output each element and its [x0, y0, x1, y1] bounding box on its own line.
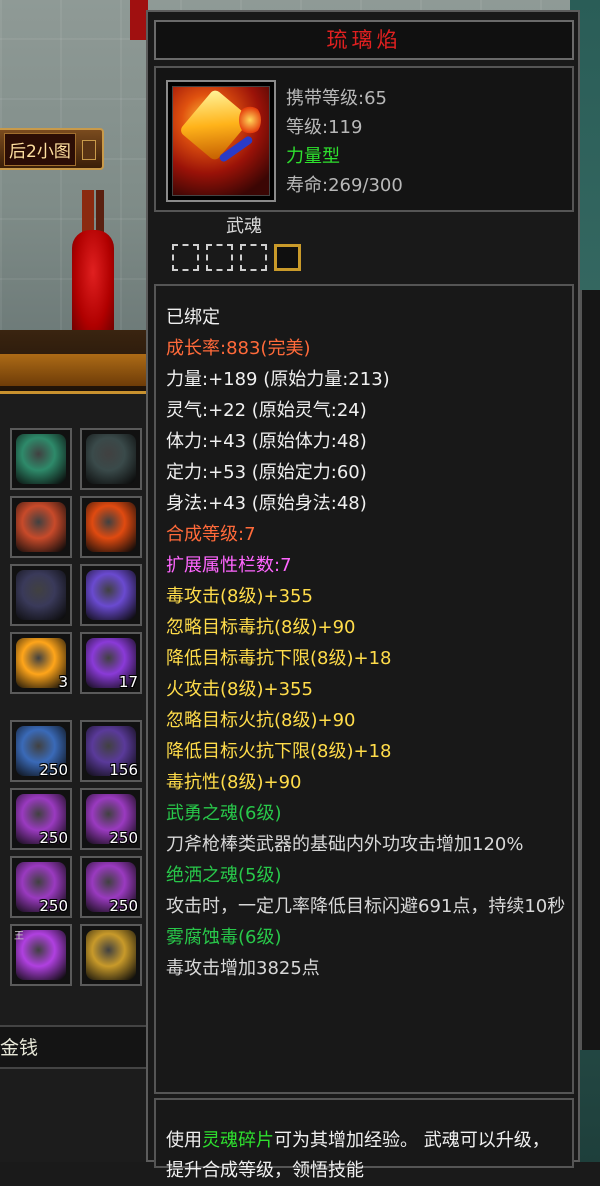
inventory-slot[interactable]: 156	[80, 720, 142, 782]
attribute-line: 毒抗性(8级)+90	[166, 772, 302, 793]
minimap-toggle-button[interactable]: 后2小图	[0, 128, 104, 170]
slot-count: 250	[39, 897, 68, 915]
slot-mark: 王	[14, 931, 24, 942]
attribute-line: 合成等级:7	[166, 524, 256, 545]
dark-armor-icon	[86, 434, 136, 484]
attribute-line: 绝洒之魂(5级)	[166, 865, 282, 886]
attribute-line: 忽略目标火抗(8级)+90	[166, 710, 356, 731]
slot-count: 250	[39, 761, 68, 779]
flame-shape	[239, 105, 261, 135]
inventory-slot[interactable]	[80, 564, 142, 626]
inventory-slot[interactable]	[10, 496, 72, 558]
dragon-armor-icon	[16, 434, 66, 484]
inventory-slot[interactable]: 王	[10, 924, 72, 986]
item-tooltip: 琉璃焰 携带等级:65 等级:119 力量型 寿命:269/300 武魂 已绑定…	[146, 10, 580, 1181]
slot-count: 3	[58, 673, 68, 691]
inventory-slot[interactable]	[10, 428, 72, 490]
red-robed-npc[interactable]	[62, 190, 122, 340]
attribute-line: 忽略目标毒抗(8级)+90	[166, 617, 356, 638]
attribute-line: 身法:+43 (原始身法:48)	[166, 493, 367, 514]
item-icon-frame	[166, 80, 276, 202]
compass-icon	[86, 930, 136, 980]
wuhun-slot[interactable]	[274, 244, 301, 271]
wuhun-slot[interactable]	[206, 244, 233, 271]
attribute-line: 力量:+189 (原始力量:213)	[166, 369, 390, 390]
item-basic-info: 携带等级:65 等级:119 力量型 寿命:269/300	[286, 84, 403, 200]
attribute-line: 已绑定	[166, 307, 220, 328]
inventory-slot[interactable]	[80, 924, 142, 986]
slot-count: 250	[109, 829, 138, 847]
fire-crystal-icon	[172, 86, 270, 196]
attribute-line: 武勇之魂(6级)	[166, 803, 282, 824]
inventory-header-strip	[0, 354, 150, 386]
attribute-line: 毒攻击增加3825点	[166, 958, 320, 979]
item-footer-hint: 使用灵魂碎片可为其增加经验。 武魂可以升级，提升合成等级，领悟技能	[154, 1098, 574, 1181]
slot-count: 156	[109, 761, 138, 779]
footer-prefix: 使用	[166, 1130, 202, 1151]
inventory-slot[interactable]	[80, 496, 142, 558]
soul-fragment-link: 灵魂碎片	[202, 1130, 274, 1151]
item-header: 携带等级:65 等级:119 力量型 寿命:269/300	[154, 66, 574, 212]
fox-mask-icon	[16, 502, 66, 552]
inventory-slot[interactable]: 3	[10, 632, 72, 694]
wuhun-slot[interactable]	[172, 244, 199, 271]
slot-count: 17	[118, 673, 138, 691]
attribute-line: 毒攻击(8级)+355	[166, 586, 313, 607]
minimap-button-knob	[82, 140, 96, 160]
item-attributes: 已绑定成长率:883(完美) 力量:+189 (原始力量:213) 灵气:+22 (…	[154, 284, 574, 1094]
attribute-line: 灵气:+22 (原始灵气:24)	[166, 400, 367, 421]
purple-spirit-icon	[86, 570, 136, 620]
dark-orb-icon	[16, 570, 66, 620]
attribute-line: 雾腐蚀毒(6级)	[166, 927, 282, 948]
inventory-slot[interactable]: 250	[80, 856, 142, 918]
wuhun-slot[interactable]	[240, 244, 267, 271]
carry-level: 携带等级:65	[286, 88, 387, 109]
inventory-slot[interactable]: 250	[10, 720, 72, 782]
fire-crystal-icon	[86, 502, 136, 552]
minimap-button-label: 后2小图	[4, 132, 76, 166]
attribute-line: 火攻击(8级)+355	[166, 679, 313, 700]
inventory-slot[interactable]: 250	[80, 788, 142, 850]
inventory-header	[0, 330, 150, 394]
slot-count: 250	[39, 829, 68, 847]
attribute-line: 体力:+43 (原始体力:48)	[166, 431, 367, 452]
inventory-slot[interactable]	[10, 564, 72, 626]
attribute-line: 扩展属性栏数:7	[166, 555, 292, 576]
attribute-line: 降低目标毒抗下限(8级)+18	[166, 648, 392, 669]
attribute-line: 攻击时，一定几率降低目标闪避691点，持续10秒	[166, 896, 566, 917]
money-label: 金钱	[0, 1037, 39, 1059]
inventory-footer: 金钱	[0, 1025, 150, 1069]
item-title: 琉璃焰	[154, 20, 574, 60]
item-type: 力量型	[286, 146, 340, 167]
inventory-slot[interactable]	[80, 428, 142, 490]
inventory-slot[interactable]: 250	[10, 788, 72, 850]
attribute-line: 成长率:883(完美)	[166, 338, 311, 359]
attribute-line: 降低目标火抗下限(8级)+18	[166, 741, 392, 762]
attribute-line: 刀斧枪棒类武器的基础内外功攻击增加120%	[166, 834, 524, 855]
item-level: 等级:119	[286, 117, 363, 138]
inventory-slot[interactable]: 17	[80, 632, 142, 694]
npc-body	[72, 230, 114, 335]
slot-count: 250	[109, 897, 138, 915]
right-side-panel	[580, 290, 600, 1050]
wuhun-label: 武魂	[226, 216, 262, 237]
wuhun-section: 武魂	[154, 212, 574, 286]
attribute-line: 定力:+53 (原始定力:60)	[166, 462, 367, 483]
footer-hint-text: 使用灵魂碎片可为其增加经验。 武魂可以升级，提升合成等级，领悟技能	[166, 1126, 566, 1186]
item-lifespan: 寿命:269/300	[286, 175, 403, 196]
inventory-panel: 3 17 250 156 250 250 250 250 王 金钱	[0, 330, 150, 1162]
attribute-list: 已绑定成长率:883(完美) 力量:+189 (原始力量:213) 灵气:+22 (…	[166, 302, 566, 984]
inventory-slot[interactable]: 250	[10, 856, 72, 918]
